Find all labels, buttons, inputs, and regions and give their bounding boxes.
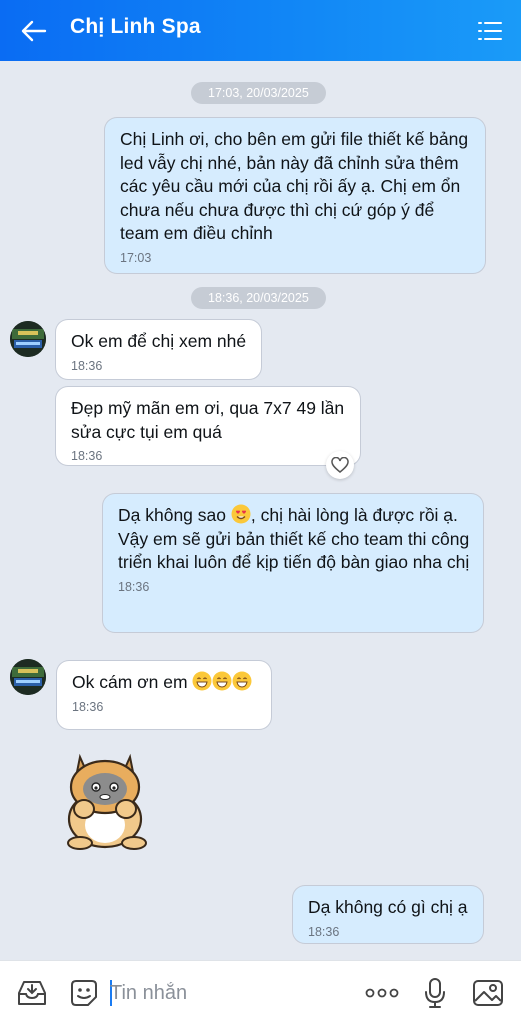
message-time: 18:36 xyxy=(71,358,103,373)
message-bubble[interactable]: Dạ không sao , chị hài lòng là được rồi … xyxy=(103,494,483,632)
voice-button[interactable] xyxy=(417,975,453,1011)
heart-eyes-emoji xyxy=(231,504,251,524)
message-input[interactable] xyxy=(110,978,350,1008)
message-text-start: Dạ không sao xyxy=(118,505,231,525)
message-composer xyxy=(0,960,521,1024)
grinning-emoji xyxy=(232,671,252,691)
image-icon xyxy=(473,980,503,1006)
reaction-button[interactable] xyxy=(326,451,354,479)
message-bubble[interactable]: Đẹp mỹ mãn em ơi, qua 7x7 49 lần sửa cực… xyxy=(56,387,360,465)
message-text: Ok cám ơn em xyxy=(72,672,193,692)
sticker-button[interactable] xyxy=(66,975,102,1011)
cat-sticker[interactable] xyxy=(58,747,153,857)
more-button[interactable] xyxy=(364,975,400,1011)
grinning-emoji xyxy=(192,671,212,691)
message-bubble[interactable]: Dạ không có gì chị ạ 18:36 xyxy=(293,886,483,943)
timestamp-divider: 18:36, 20/03/2025 xyxy=(191,287,326,309)
avatar[interactable] xyxy=(10,659,46,695)
message-bubble[interactable]: Chị Linh ơi, cho bên em gửi file thiết k… xyxy=(105,118,485,273)
inbox-icon xyxy=(18,981,46,1005)
message-list[interactable]: 17:03, 20/03/2025 Chị Linh ơi, cho bên e… xyxy=(0,61,521,960)
grinning-emoji xyxy=(212,671,232,691)
message-bubble[interactable]: Ok em để chị xem nhé 18:36 xyxy=(56,320,261,379)
message-time: 18:36 xyxy=(118,579,150,594)
message-time: 17:03 xyxy=(120,250,152,265)
message-time: 18:36 xyxy=(72,699,104,714)
inbox-button[interactable] xyxy=(14,975,50,1011)
back-button[interactable] xyxy=(18,16,50,46)
avatar[interactable] xyxy=(10,321,46,357)
message-time: 18:36 xyxy=(71,449,103,463)
image-button[interactable] xyxy=(470,975,506,1011)
heart-outline-icon xyxy=(331,457,349,473)
arrow-left-icon xyxy=(21,20,47,42)
chat-header: Chị Linh Spa xyxy=(0,0,521,61)
microphone-icon xyxy=(425,978,445,1008)
message-text: Đẹp mỹ mãn em ơi, qua 7x7 49 lần sửa cực… xyxy=(71,398,345,442)
message-text: Dạ không có gì chị ạ xyxy=(308,897,468,917)
message-text: Chị Linh ơi, cho bên em gửi file thiết k… xyxy=(120,129,469,243)
more-icon xyxy=(365,988,399,998)
list-menu-icon xyxy=(478,22,502,40)
chat-title[interactable]: Chị Linh Spa xyxy=(70,15,201,39)
sticker-icon xyxy=(71,980,97,1006)
message-text: Ok em để chị xem nhé xyxy=(71,331,247,351)
menu-button[interactable] xyxy=(474,16,506,46)
message-time: 18:36 xyxy=(308,924,340,939)
message-bubble[interactable]: Ok cám ơn em 18:36 xyxy=(57,661,271,729)
timestamp-divider: 17:03, 20/03/2025 xyxy=(191,82,326,104)
